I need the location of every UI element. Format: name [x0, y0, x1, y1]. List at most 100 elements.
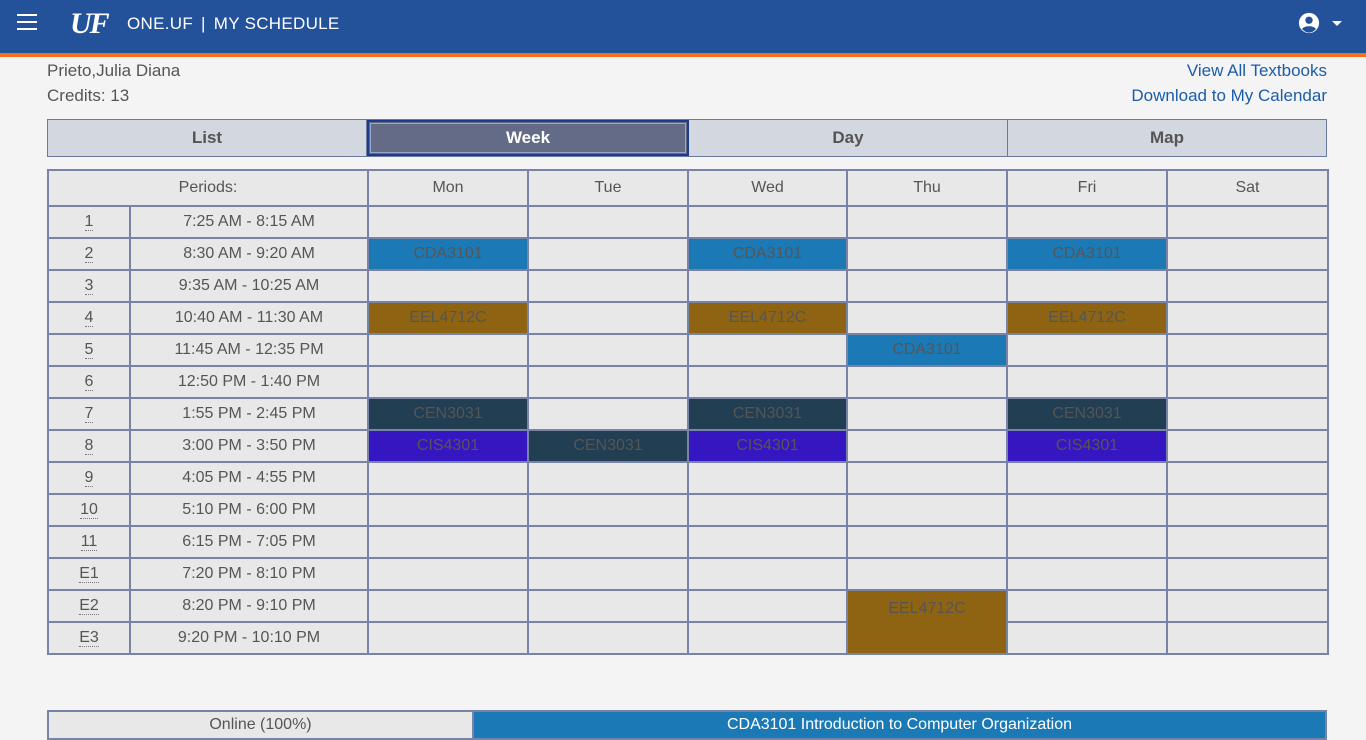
course-block[interactable]: CEN3031	[1006, 397, 1168, 431]
empty-slot	[1166, 237, 1329, 271]
empty-slot	[846, 397, 1008, 431]
period-row: 1 7:25 AM - 8:15 AM	[47, 205, 1329, 239]
course-block[interactable]: EEL4712C	[687, 301, 848, 335]
course-block[interactable]: EEL4712C	[367, 301, 529, 335]
empty-slot	[367, 333, 529, 367]
period-row: 4 10:40 AM - 11:30 AM EEL4712C EEL4712C EEL4…	[47, 301, 1329, 335]
period-number-label: E1	[79, 565, 99, 583]
period-number: 9	[47, 461, 131, 495]
period-time: 9:20 PM - 10:10 PM	[129, 621, 369, 655]
empty-slot	[1006, 493, 1168, 527]
course-block[interactable]: CDA3101	[687, 237, 848, 271]
course-block[interactable]: CIS4301	[687, 429, 848, 463]
empty-slot	[846, 493, 1008, 527]
tab-week[interactable]: Week	[367, 120, 689, 156]
view-tabs: List Week Day Map	[47, 119, 1327, 157]
tab-day[interactable]: Day	[689, 120, 1008, 156]
period-time: 5:10 PM - 6:00 PM	[129, 493, 369, 527]
period-number-label: 2	[84, 245, 94, 263]
period-number: 1	[47, 205, 131, 239]
empty-slot	[527, 333, 689, 367]
period-number-label: 10	[80, 501, 98, 519]
course-block[interactable]: EEL4712C	[1006, 301, 1168, 335]
course-block[interactable]: CEN3031	[367, 397, 529, 431]
app-name[interactable]: ONE.UF	[127, 14, 193, 33]
empty-slot	[1006, 557, 1168, 591]
course-block[interactable]: CEN3031	[527, 429, 689, 463]
schedule-table: Periods: Mon Tue Wed Thu Fri Sat 1 7:25 A…	[47, 169, 1329, 655]
empty-slot	[367, 589, 529, 623]
period-number: E2	[47, 589, 131, 623]
course-block[interactable]: CDA3101	[367, 237, 529, 271]
course-block[interactable]: CEN3031	[687, 397, 848, 431]
period-row: E2 8:20 PM - 9:10 PM EEL4712C	[47, 589, 1329, 655]
period-row: 9 4:05 PM - 4:55 PM	[47, 461, 1329, 495]
empty-slot	[687, 333, 848, 367]
tab-list[interactable]: List	[48, 120, 367, 156]
period-row: 11 6:15 PM - 7:05 PM	[47, 525, 1329, 559]
period-number-label: 11	[80, 533, 98, 551]
period-time: 7:20 PM - 8:10 PM	[129, 557, 369, 591]
period-row: 6 12:50 PM - 1:40 PM	[47, 365, 1329, 399]
empty-slot	[687, 461, 848, 495]
period-number-label: 1	[84, 213, 94, 231]
empty-slot	[367, 621, 529, 655]
period-number-label: 5	[84, 341, 94, 359]
empty-slot	[1166, 525, 1329, 559]
empty-slot	[1166, 269, 1329, 303]
course-block[interactable]: CIS4301	[367, 429, 529, 463]
empty-slot	[1166, 429, 1329, 463]
empty-slot	[527, 493, 689, 527]
empty-slot	[527, 365, 689, 399]
empty-slot	[846, 461, 1008, 495]
empty-slot	[1006, 461, 1168, 495]
tab-map[interactable]: Map	[1008, 120, 1326, 156]
empty-slot	[687, 621, 848, 655]
empty-slot	[1006, 333, 1168, 367]
period-number-label: 7	[84, 405, 94, 423]
empty-slot	[527, 397, 689, 431]
period-row: 7 1:55 PM - 2:45 PM CEN3031 CEN3031 CEN3031	[47, 397, 1329, 431]
period-number-label: 9	[84, 469, 94, 487]
course-block[interactable]: CIS4301	[1006, 429, 1168, 463]
course-block[interactable]: CDA3101	[846, 333, 1008, 367]
empty-slot	[1006, 205, 1168, 239]
download-calendar-link[interactable]: Download to My Calendar	[1131, 86, 1327, 106]
schedule-header-row: Periods: Mon Tue Wed Thu Fri Sat	[47, 169, 1329, 207]
course-summary-row: Online (100%) CDA3101 Introduction to Co…	[47, 710, 1327, 740]
empty-slot	[367, 269, 529, 303]
empty-slot	[846, 557, 1008, 591]
empty-slot	[1006, 365, 1168, 399]
day-header-thu: Thu	[846, 169, 1008, 207]
period-row: 2 8:30 AM - 9:20 AM CDA3101 CDA3101 CDA3101	[47, 237, 1329, 271]
empty-slot	[527, 589, 689, 623]
period-time: 8:30 AM - 9:20 AM	[129, 237, 369, 271]
empty-slot	[1166, 365, 1329, 399]
empty-slot	[687, 365, 848, 399]
hamburger-menu-icon[interactable]	[17, 14, 37, 30]
course-block[interactable]: EEL4712C	[846, 589, 1008, 655]
empty-slot	[1166, 397, 1329, 431]
uf-logo[interactable]: UF	[70, 7, 110, 41]
course-detail-bar[interactable]: CDA3101 Introduction to Computer Organiz…	[474, 710, 1327, 740]
empty-slot	[1006, 269, 1168, 303]
course-block[interactable]: CDA3101	[1006, 237, 1168, 271]
empty-slot	[1166, 557, 1329, 591]
empty-slot	[1166, 461, 1329, 495]
period-number: E1	[47, 557, 131, 591]
view-textbooks-link[interactable]: View All Textbooks	[1187, 61, 1327, 81]
period-number: 8	[47, 429, 131, 463]
empty-slot	[367, 525, 529, 559]
empty-slot	[1166, 205, 1329, 239]
period-time: 9:35 AM - 10:25 AM	[129, 269, 369, 303]
empty-slot	[1166, 589, 1329, 623]
empty-slot	[527, 557, 689, 591]
period-time: 12:50 PM - 1:40 PM	[129, 365, 369, 399]
chevron-down-icon	[1332, 21, 1342, 26]
period-time: 3:00 PM - 3:50 PM	[129, 429, 369, 463]
period-row: 10 5:10 PM - 6:00 PM	[47, 493, 1329, 527]
empty-slot	[1166, 301, 1329, 335]
empty-slot	[846, 301, 1008, 335]
empty-slot	[527, 205, 689, 239]
empty-slot	[527, 525, 689, 559]
